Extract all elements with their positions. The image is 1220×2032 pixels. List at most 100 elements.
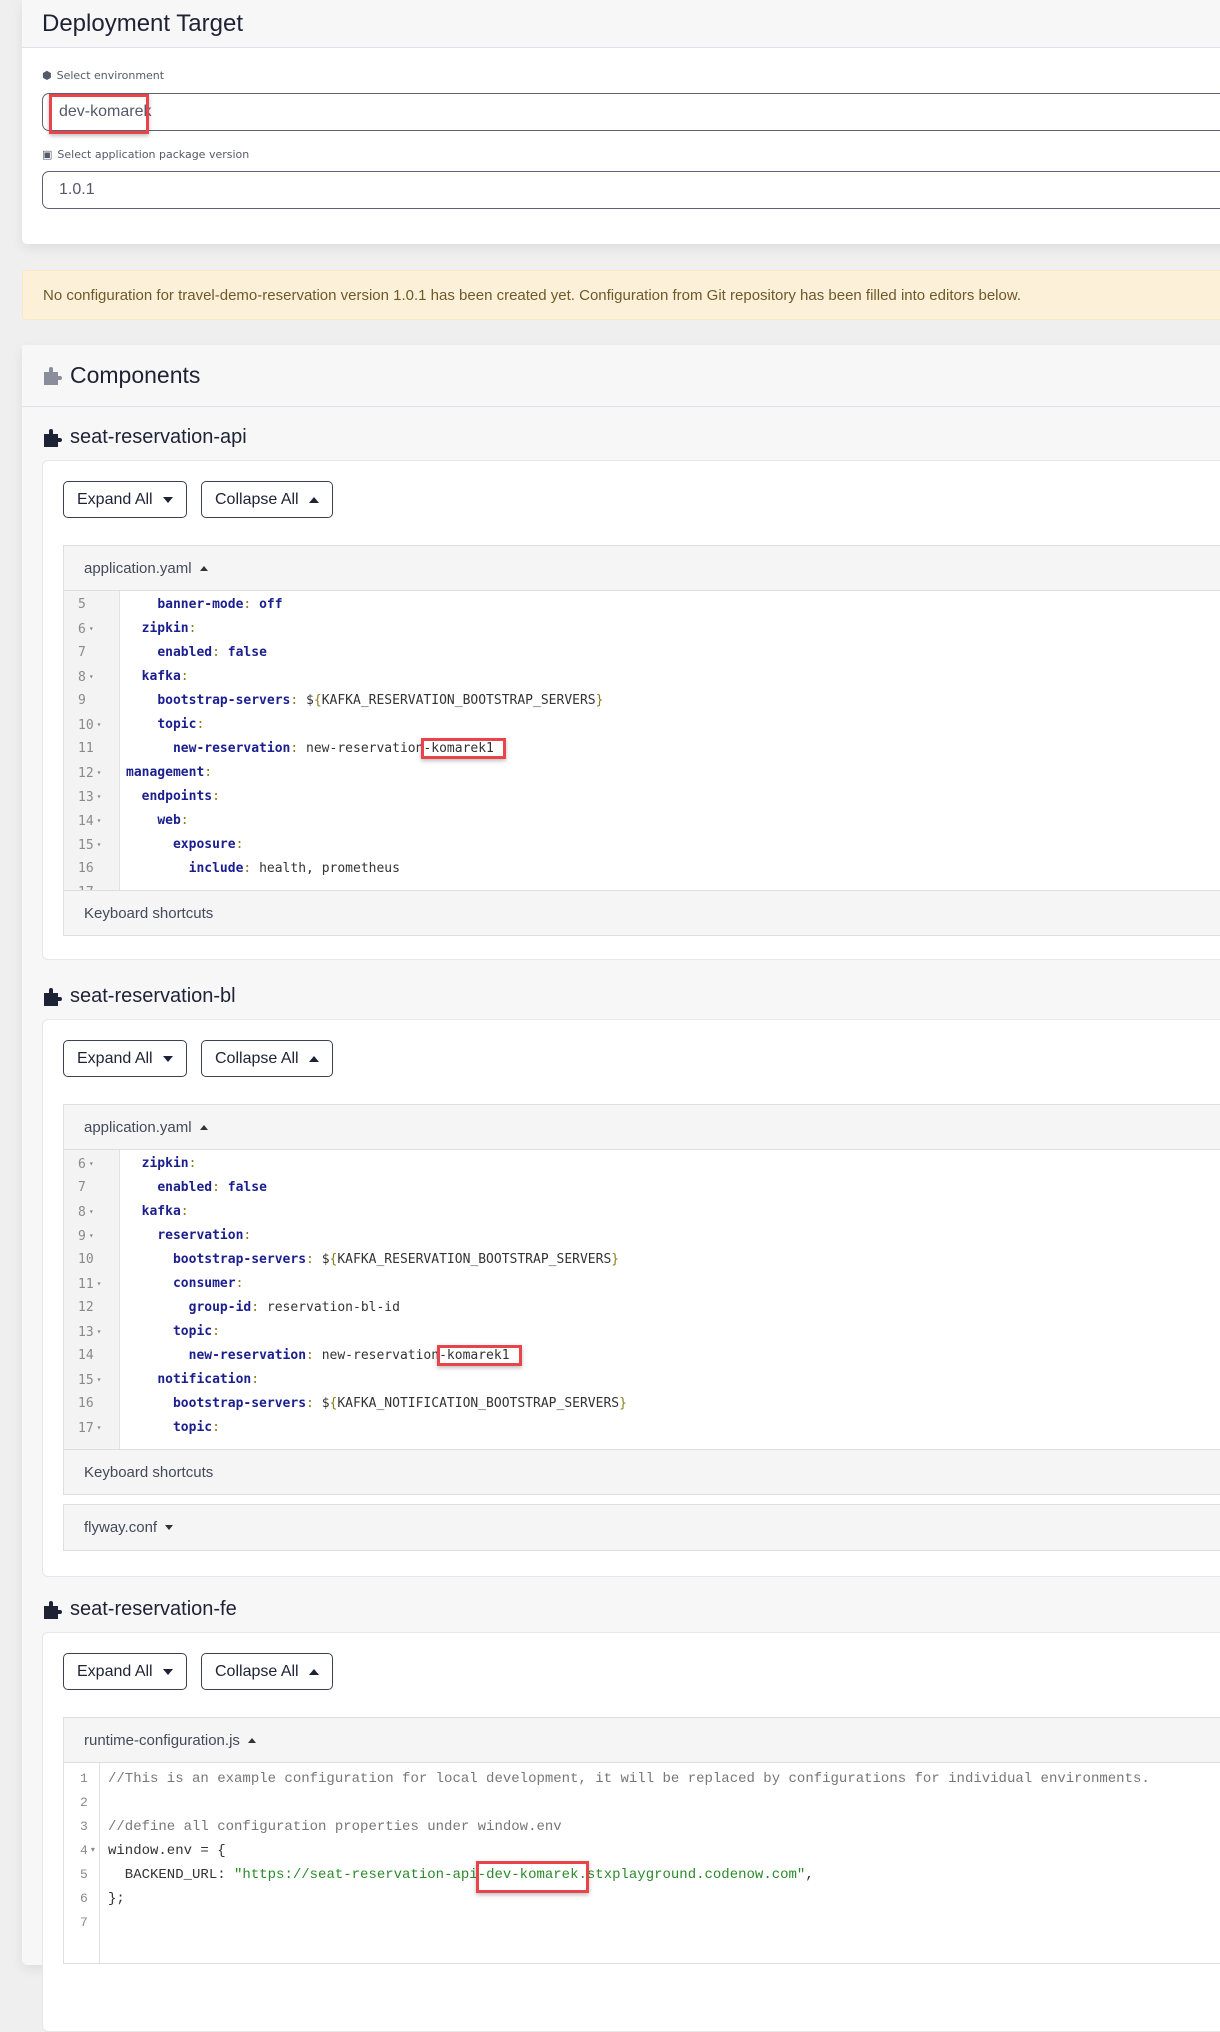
code-editor[interactable]: 6 ▾ zipkin: 7 enabled: false 8 ▾ kafka: 9 ▾ re… [64,1150,1220,1449]
component-name: seat-reservation-api [70,426,247,448]
caret-up-icon [308,1055,319,1062]
code-line: 8 ▾ kafka: [64,1200,1220,1224]
keyboard-shortcuts[interactable]: Keyboard shortcuts [64,890,1220,935]
file-panel-application-yaml: application.yaml 5 banner-mode: off 6 ▾ zi… [63,545,1220,936]
boxes-icon: ▣ [42,148,53,161]
file-name: application.yaml [84,1118,192,1136]
line-number: 12 [78,1300,94,1315]
yaml-key: bootstrap-servers [172,1252,307,1267]
version-value: 1.0.1 [59,181,95,198]
code-line: 15 ▾ notification: [64,1368,1220,1392]
collapse-all-button[interactable]: Collapse All [201,1040,333,1077]
alert-text: No configuration for travel-demo-reserva… [43,286,1022,304]
caret-up-icon [308,1668,319,1675]
fold-arrow-icon: ▾ [88,624,94,633]
components-header: Components [22,345,1220,407]
expand-all-label: Expand All [77,1662,153,1680]
code-text: bootstrap-servers: ${KAFKA_RESERVATION_B… [126,689,603,713]
file-toggle[interactable]: flyway.conf [64,1505,1220,1550]
line-number: 13 ▾ [78,1325,102,1340]
code-line: 16 bootstrap-servers: ${KAFKA_NOTIFICATI… [64,1392,1220,1416]
line-number: 6 ▾ [78,622,94,637]
line-number: 14 [78,1348,94,1363]
code-line: 15 ▾ exposure: [64,833,1220,857]
yaml-colon: : [212,1324,220,1339]
fold-arrow-icon: ▾ [96,720,102,729]
expand-all-button[interactable]: Expand All [63,481,187,518]
yaml-value: false [227,1180,267,1195]
yaml-colon: : [306,1252,314,1267]
yaml-key: web [157,813,181,828]
code-text: //This is an example configuration for l… [108,1767,1150,1791]
line-number: 6 ▾ [78,1157,94,1172]
code-line: 17 ▾ topic: [64,1416,1220,1440]
environment-select[interactable]: dev-komarek [42,93,1220,131]
file-toggle[interactable]: application.yaml [64,1105,1220,1150]
config-warning-alert: No configuration for travel-demo-reserva… [22,270,1220,320]
code-text: bootstrap-servers: ${KAFKA_RESERVATION_B… [126,1248,619,1272]
line-number: 6 [80,1891,88,1906]
js-comment: //This is an example configuration for l… [108,1771,1150,1787]
version-select[interactable]: 1.0.1 [42,171,1220,209]
yaml-colon: : [306,1396,314,1411]
caret-down-icon [165,1525,174,1530]
yaml-value: $ [321,1252,330,1267]
yaml-key: topic [172,1420,213,1435]
code-line: 12 group-id: reservation-bl-id [64,1296,1220,1320]
collapse-all-button[interactable]: Collapse All [201,481,333,518]
fold-arrow-icon: ▾ [88,1159,94,1168]
line-number: 7 [80,1915,88,1930]
keyboard-shortcuts[interactable]: Keyboard shortcuts [64,1449,1220,1494]
code-line: 14 new-reservation: new-reservation-koma… [64,1344,1220,1368]
code-text: new-reservation: new-reservation-komarek… [126,1344,510,1368]
component-body-fe: Expand All Collapse All runtime-configur… [42,1632,1220,2032]
code-text: new-reservation: new-reservation-komarek… [126,737,494,761]
code-editor[interactable]: 5 banner-mode: off 6 ▾ zipkin: 7 enabled: f… [64,591,1220,890]
fold-arrow-icon: ▾ [96,1327,102,1336]
code-line: 17 [64,881,1220,890]
expand-all-button[interactable]: Expand All [63,1653,187,1690]
code-editor[interactable]: 1 //This is an example configuration for … [64,1763,1220,1963]
keyboard-shortcuts-label: Keyboard shortcuts [84,1463,214,1481]
yaml-value: $ [306,693,314,708]
line-number: 5 [80,1867,88,1882]
code-text: BACKEND_URL: "https://seat-reservation-a… [108,1863,814,1887]
deployment-target-header: Deployment Target [22,0,1220,48]
code-line: 14 ▾ web: [64,809,1220,833]
yaml-colon: : [212,645,220,660]
code-text: reservation: [126,1224,251,1248]
code-text: include: health, prometheus [126,857,400,881]
code-line: 5 banner-mode: off [64,593,1220,617]
brace: } [595,693,604,708]
code-line: 7 enabled: false [64,1176,1220,1200]
yaml-colon: : [188,621,197,636]
code-text: kafka: [126,1200,189,1224]
line-number: 16 [78,1396,94,1411]
yaml-key: kafka [141,669,181,684]
file-toggle[interactable]: runtime-configuration.js [64,1718,1220,1763]
yaml-colon: : [290,693,299,708]
yaml-key: kafka [141,1204,181,1219]
yaml-value: health, prometheus [259,861,400,876]
yaml-value: KAFKA_NOTIFICATION_BOOTSTRAP_SERVERS [337,1396,620,1411]
expand-all-button[interactable]: Expand All [63,1040,187,1077]
file-toggle[interactable]: application.yaml [64,546,1220,591]
line-number: 12 ▾ [78,766,102,781]
code-text: banner-mode: off [126,593,282,617]
line-number: 16 [78,861,94,876]
yaml-colon: : [306,1348,314,1363]
code-text: topic: [126,1320,220,1344]
code-line: 6 ▾ zipkin: [64,617,1220,641]
yaml-key: endpoints [141,789,213,804]
brace: } [619,1396,627,1411]
yaml-colon: : [251,1372,260,1387]
yaml-key: topic [172,1324,213,1339]
code-line: 9 bootstrap-servers: ${KAFKA_RESERVATION… [64,689,1220,713]
yaml-colon: : [212,1420,220,1435]
line-number: 3 [80,1819,88,1834]
collapse-all-button[interactable]: Collapse All [201,1653,333,1690]
code-line: 1 //This is an example configuration for … [64,1767,1220,1791]
puzzle-icon [44,987,62,1006]
yaml-colon: : [235,837,244,852]
component-body-api: Expand All Collapse All application.yaml… [42,460,1220,960]
